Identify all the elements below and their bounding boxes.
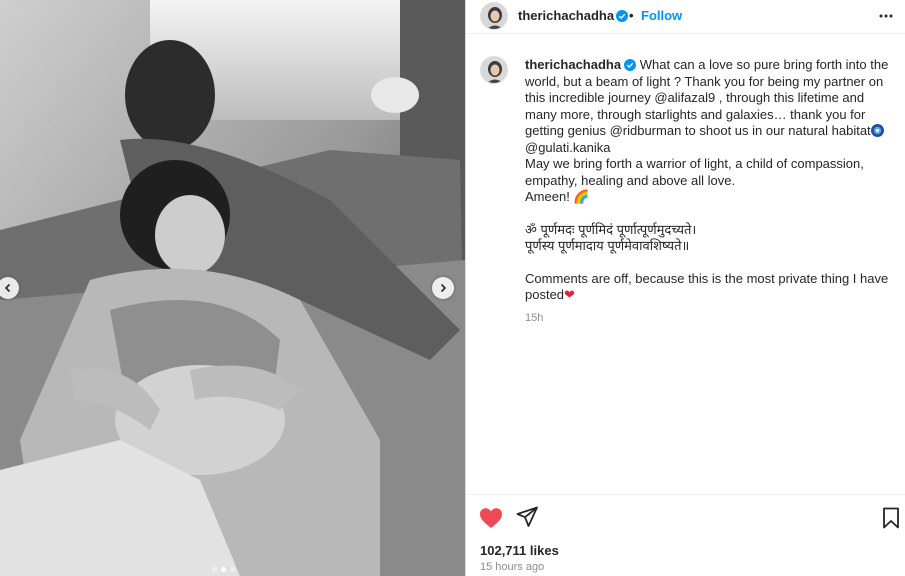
- caption-text: therichachadha What can a love so pure b…: [525, 57, 897, 326]
- mention-link[interactable]: @gulati.kanika: [525, 140, 610, 155]
- avatar[interactable]: [480, 2, 508, 30]
- verified-badge-icon: [624, 59, 637, 71]
- username[interactable]: therichachadha: [518, 8, 614, 23]
- verified-badge-icon: [616, 10, 628, 22]
- caption-section: therichachadha What can a love so pure b…: [466, 34, 905, 494]
- paper-plane-icon[interactable]: [516, 506, 538, 528]
- caption-line: Ameen! 🌈: [525, 189, 590, 204]
- caption-timestamp[interactable]: 15h: [525, 310, 897, 327]
- post-image: [0, 0, 465, 576]
- caption-part: Comments are off, because this is the mo…: [525, 270, 889, 303]
- comments-off-note: Comments are off, because this is the mo…: [525, 271, 897, 304]
- heart-filled-icon[interactable]: [479, 507, 503, 529]
- sanskrit-line: पूर्णस्य पूर्णमादाय पूर्णमेवावशिष्यते॥: [525, 238, 690, 253]
- carousel-dot: [230, 567, 235, 572]
- bookmark-icon[interactable]: [881, 507, 901, 529]
- chevron-right-icon: [440, 283, 447, 293]
- avatar-image: [481, 3, 507, 29]
- caption-username[interactable]: therichachadha: [525, 57, 621, 72]
- sanskrit-line: ॐ पूर्णमदः पूर्णमिदं पूर्णात्पूर्णमुदच्य…: [525, 221, 697, 237]
- post-timestamp[interactable]: 15 hours ago: [480, 561, 544, 573]
- caption-part: to shoot us in our natural habitat: [681, 123, 871, 138]
- carousel-dot: [212, 567, 217, 572]
- post-sidebar: therichachadha • Follow therichachadha W…: [466, 0, 905, 576]
- carousel-dot-active: [221, 567, 226, 572]
- post-photo[interactable]: [0, 0, 465, 576]
- more-options-icon[interactable]: [878, 8, 894, 24]
- post-header: therichachadha • Follow: [466, 0, 905, 34]
- mention-link[interactable]: @ridburman: [610, 123, 682, 138]
- caption-line: May we bring forth a warrior of light, a…: [525, 156, 864, 188]
- heart-emoji: ❤: [564, 287, 575, 302]
- carousel-indicator: [212, 567, 235, 572]
- follow-button[interactable]: Follow: [641, 8, 682, 23]
- avatar[interactable]: [480, 56, 508, 84]
- carousel-next-button[interactable]: [432, 277, 454, 299]
- avatar-image: [481, 57, 507, 83]
- evil-eye-emoji: [870, 124, 884, 137]
- mention-link[interactable]: @alifazal9: [654, 90, 715, 105]
- likes-count[interactable]: 102,711 likes: [480, 543, 559, 558]
- chevron-left-icon: [4, 283, 11, 293]
- actions-divider: [466, 494, 905, 495]
- separator-dot: •: [629, 8, 634, 23]
